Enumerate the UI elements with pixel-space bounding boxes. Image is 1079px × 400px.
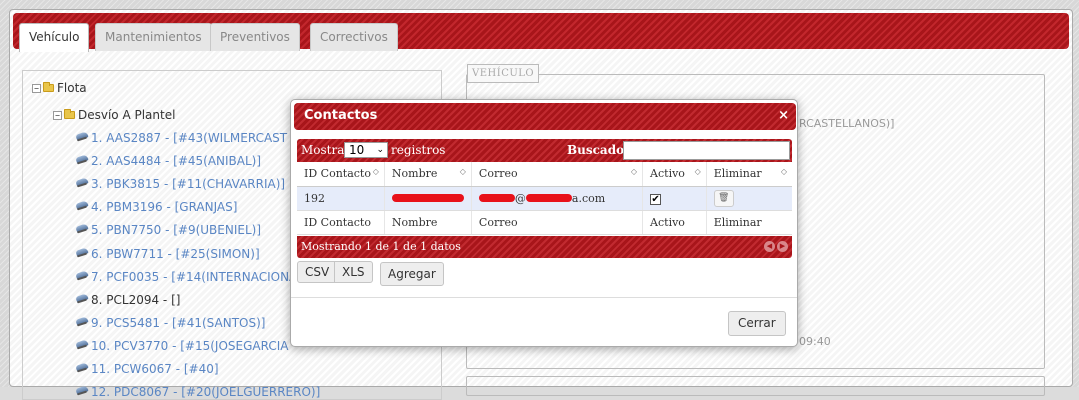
sort-icon: ◇	[780, 167, 787, 176]
table-header-row: ID Contacto ◇ Nombre ◇ Correo ◇ Activo ◇ Eli…	[297, 162, 792, 187]
search-input[interactable]	[623, 141, 790, 160]
footer-header: Nombre	[383, 210, 472, 235]
close-button[interactable]: Cerrar	[728, 311, 786, 336]
car-icon	[75, 386, 89, 395]
column-header[interactable]: ID Contacto ◇	[297, 162, 385, 187]
export-xls-button[interactable]: XLS	[334, 261, 373, 283]
sort-icon: ◇	[630, 167, 638, 176]
redaction-mark	[391, 193, 464, 202]
cell-correo: @ a.com	[470, 186, 643, 211]
table-row[interactable]: 192 @ a.com ✔ 🗑	[297, 186, 792, 211]
export-csv-button[interactable]: CSV	[297, 261, 338, 283]
footer-header: Correo	[470, 210, 643, 235]
length-suffix: registros	[391, 143, 446, 157]
column-header[interactable]: Eliminar ◇	[705, 162, 792, 187]
table-info: Mostrando 1 de 1 de 1 datos	[301, 240, 461, 253]
tree-item-label: 12. PDC8067 - [#20(JOELGUERRERO)]	[91, 385, 321, 400]
modal-header: Contactos ×	[294, 103, 796, 130]
column-header[interactable]: Correo ◇	[470, 162, 643, 187]
redaction-mark	[478, 193, 515, 202]
cell-id: 192	[297, 186, 385, 211]
sort-icon: ◇	[459, 167, 466, 176]
cell-nombre	[383, 186, 472, 211]
modal-divider	[291, 297, 797, 298]
contactos-modal: Contactos × Mostrar 10 ⌄ registros Busca…	[290, 99, 798, 347]
modal-title: Contactos	[304, 108, 378, 123]
table-toolbar: Mostrar 10 ⌄ registros Buscador:	[297, 139, 792, 162]
page-length-select[interactable]: 10 ⌄	[344, 142, 388, 158]
cell-eliminar: 🗑	[705, 186, 792, 211]
table-footer-row: ID Contacto Nombre Correo Activo Elimina…	[297, 210, 792, 235]
background: Vehículo Mantenimientos Preventivos Corr…	[0, 0, 1079, 400]
column-header[interactable]: Activo ◇	[642, 162, 707, 187]
trash-icon[interactable]: 🗑	[713, 189, 734, 207]
contacts-table: ID Contacto ◇ Nombre ◇ Correo ◇ Activo ◇ Eli…	[297, 162, 792, 235]
table-info-bar: Mostrando 1 de 1 de 1 datos ◀ ▶	[297, 236, 792, 258]
length-prefix: Mostrar	[301, 143, 351, 157]
footer-header: ID Contacto	[297, 210, 385, 235]
add-button[interactable]: Agregar	[380, 262, 444, 286]
cell-activo: ✔	[642, 186, 707, 211]
sort-icon: ◇	[372, 167, 379, 176]
previous-page-icon[interactable]: ◀	[764, 241, 775, 252]
page-length-value: 10	[349, 143, 365, 157]
next-page-icon[interactable]: ▶	[777, 241, 788, 252]
activo-checkbox[interactable]: ✔	[650, 193, 662, 205]
footer-header: Eliminar	[705, 210, 792, 235]
tree-item[interactable]: 12. PDC8067 - [#20(JOELGUERRERO)]	[75, 385, 320, 399]
chevron-down-icon: ⌄	[376, 145, 384, 155]
sort-icon: ◇	[694, 167, 701, 176]
column-header[interactable]: Nombre ◇	[383, 162, 472, 187]
close-icon[interactable]: ×	[778, 108, 789, 123]
redaction-mark	[525, 193, 572, 202]
footer-header: Activo	[642, 210, 707, 235]
